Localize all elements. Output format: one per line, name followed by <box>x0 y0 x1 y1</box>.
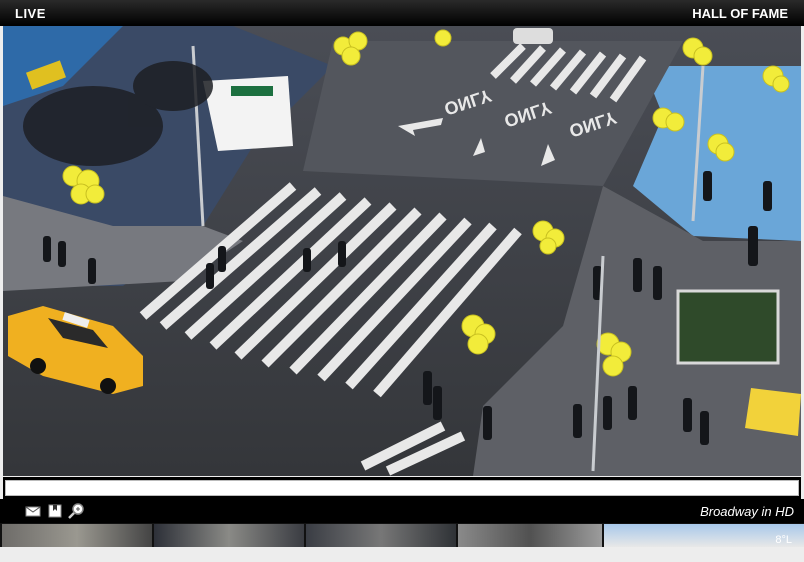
bookmark-icon[interactable] <box>46 502 64 520</box>
envelope-icon[interactable] <box>24 502 42 520</box>
thumbnail-1[interactable] <box>2 524 152 547</box>
thumbnail-strip: 8°L <box>0 523 804 547</box>
control-bar: Broadway in HD <box>0 499 804 523</box>
thumbnail-2[interactable] <box>154 524 304 547</box>
feed-caption: Broadway in HD <box>700 504 794 519</box>
live-video-feed[interactable]: ONLY ONLY ONLY <box>3 26 801 476</box>
thumbnail-4[interactable] <box>458 524 602 547</box>
hall-of-fame-link[interactable]: HALL OF FAME <box>692 6 788 21</box>
progress-bar[interactable] <box>3 477 801 499</box>
top-bar: LIVE HALL OF FAME <box>0 0 804 26</box>
street-scene: ONLY ONLY ONLY <box>3 26 801 476</box>
live-label: LIVE <box>15 6 46 21</box>
thumbnail-overlay-text: 8°L <box>775 534 792 546</box>
kiosk-sign <box>231 86 273 96</box>
thumbnail-5[interactable]: 8°L <box>604 524 804 547</box>
progress-track[interactable] <box>5 480 799 496</box>
thumbnail-3[interactable] <box>306 524 456 547</box>
page-footer-strip <box>0 547 804 562</box>
zoom-icon[interactable] <box>67 502 85 520</box>
